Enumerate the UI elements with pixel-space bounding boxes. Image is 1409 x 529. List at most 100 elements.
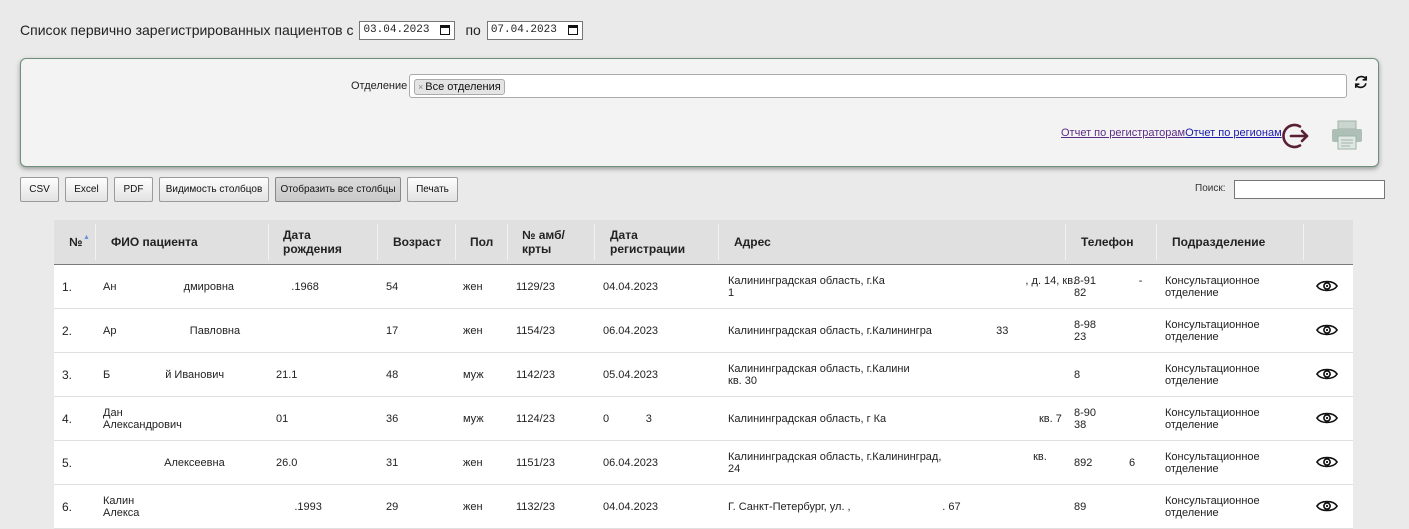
col-dob-header[interactable]: Дата рождения [283, 220, 342, 264]
cell-sex: муж [463, 412, 484, 425]
col-fio-header[interactable]: ФИО пациента [111, 220, 198, 264]
cell-dept: Консультационное отделение [1165, 362, 1260, 387]
cell-fio: Ар Павловна [103, 324, 241, 337]
date-separator: по [465, 22, 481, 38]
table-row[interactable]: 6. Калин Алекса .1993 29 жен 1132/23 04.04.20… [54, 485, 1353, 529]
report-by-registrars-link[interactable]: Отчет по регистраторам [1061, 127, 1185, 139]
search-input[interactable] [1234, 180, 1385, 199]
refresh-icon[interactable] [1352, 73, 1370, 91]
cell-age: 54 [386, 280, 399, 293]
cell-sex: жен [463, 324, 483, 337]
cell-dob: .1968 [276, 280, 319, 293]
report-title: Список первично зарегистрированных пацие… [20, 22, 354, 38]
col-card-header[interactable]: № амб/ крты [522, 220, 565, 264]
cell-reg: 06.04.2023 [603, 456, 659, 469]
cell-sex: муж [463, 368, 484, 381]
cell-reg: 0 3 [603, 412, 652, 425]
cell-reg: 04.04.2023 [603, 280, 659, 293]
cell-addr: Калининградская область, г.Калининград, … [728, 450, 1047, 475]
cell-addr: Калининградская область, г Ка кв. 7 [728, 412, 1062, 425]
eye-icon[interactable] [1316, 322, 1338, 338]
table-header: № ▲ ФИО пациента Дата рождения Возраст П… [54, 220, 1353, 265]
col-sex-header[interactable]: Пол [470, 220, 493, 264]
cell-dept: Консультационное отделение [1165, 318, 1260, 343]
cell-phone: 8 [1074, 368, 1081, 381]
cell-age: 36 [386, 412, 399, 425]
cell-sex: жен [463, 280, 483, 293]
table-row[interactable]: 5. Алексеевна 26.0 31 жен 1151/23 06.04.2023 К… [54, 441, 1353, 485]
cell-age: 31 [386, 456, 399, 469]
show-all-columns-button[interactable]: Отобразить все столбцы [275, 177, 401, 202]
cell-addr: Калининградская область, г.Калини кв. 30 [728, 362, 910, 387]
pdf-button[interactable]: PDF [114, 177, 153, 202]
cell-num: 2. [62, 323, 73, 338]
cell-age: 17 [386, 324, 399, 337]
cell-phone: 8-98 23 [1074, 318, 1097, 343]
cell-fio: Алексеевна [103, 456, 225, 469]
cell-dept: Консультационное отделение [1165, 274, 1260, 299]
eye-icon[interactable] [1316, 498, 1338, 514]
cell-phone: 8-91 - 82 [1074, 274, 1143, 299]
cell-dob: 21.1 [276, 368, 298, 381]
eye-icon[interactable] [1316, 366, 1338, 382]
column-visibility-button[interactable]: Видимость столбцов [159, 177, 269, 202]
cell-phone: 8-90 38 [1074, 406, 1097, 431]
col-age-header[interactable]: Возраст [393, 220, 441, 264]
department-select[interactable]: × Все отделения [409, 74, 1347, 98]
filter-panel: Отделение × Все отделения Отчет по регист… [20, 58, 1379, 167]
eye-icon[interactable] [1316, 454, 1338, 470]
print-button[interactable]: Печать [407, 177, 458, 202]
excel-button[interactable]: Excel [65, 177, 108, 202]
cell-addr: Калининградская область, г.Калинингра 33 [728, 324, 1009, 337]
search-label: Поиск: [1195, 183, 1226, 194]
cell-num: 1. [62, 279, 73, 294]
report-by-regions-link[interactable]: Отчет по регионам [1185, 127, 1282, 139]
department-chip-label: Все отделения [425, 81, 501, 93]
calendar-icon[interactable] [440, 25, 451, 35]
table-row[interactable]: 2. Ар Павловна 17 жен 1154/23 06.04.2023 Калин… [54, 309, 1353, 353]
cell-card: 1129/23 [516, 280, 555, 293]
col-addr-header[interactable]: Адрес [734, 220, 771, 264]
date-from-input[interactable]: 03.04.2023 [359, 20, 456, 40]
cell-reg: 06.04.2023 [603, 324, 659, 337]
printer-icon[interactable] [1330, 119, 1364, 151]
col-reg-header[interactable]: Дата регистрации [610, 220, 685, 264]
csv-button[interactable]: CSV [20, 177, 59, 202]
eye-icon[interactable] [1316, 278, 1338, 294]
table-body: 1. Ан дмировна .1968 54 жен 1129/23 04.04.202… [54, 265, 1353, 529]
cell-dob: 01 [276, 412, 289, 425]
col-phone-header[interactable]: Телефон [1081, 220, 1133, 264]
cell-card: 1154/23 [516, 324, 555, 337]
cell-fio: Б й Иванович [103, 368, 225, 381]
date-to-input[interactable]: 07.04.2023 [486, 20, 583, 40]
cell-dob: 26.0 [276, 456, 298, 469]
col-dept-header[interactable]: Подразделение [1172, 220, 1265, 264]
cell-fio: Дан Александрович [103, 406, 182, 431]
logout-icon[interactable] [1280, 120, 1312, 152]
cell-addr: Калининградская область, г.Ка , д. 14, к… [728, 274, 1077, 299]
cell-card: 1151/23 [516, 456, 555, 469]
cell-reg: 05.04.2023 [603, 368, 659, 381]
cell-age: 48 [386, 368, 399, 381]
report-title-row: Список первично зарегистрированных пацие… [20, 19, 583, 41]
cell-dept: Консультационное отделение [1165, 406, 1260, 431]
sort-asc-icon: ▲ [83, 234, 90, 241]
table-row[interactable]: 3. Б й Иванович 21.1 48 муж 1142/23 05.04.2023… [54, 353, 1353, 397]
table-row[interactable]: 4. Дан Александрович 01 36 муж 1124/23 0 3 Кали… [54, 397, 1353, 441]
cell-card: 1124/23 [516, 412, 555, 425]
col-num-header[interactable]: № [69, 220, 82, 264]
cell-num: 3. [62, 367, 73, 382]
calendar-icon[interactable] [567, 25, 578, 35]
table-row[interactable]: 1. Ан дмировна .1968 54 жен 1129/23 04.04.202… [54, 265, 1353, 309]
department-chip: × Все отделения [414, 79, 505, 95]
cell-dept: Консультационное отделение [1165, 450, 1260, 475]
patients-table: № ▲ ФИО пациента Дата рождения Возраст П… [54, 220, 1353, 529]
cell-num: 4. [62, 411, 73, 426]
chip-remove-icon[interactable]: × [418, 82, 423, 92]
cell-fio: Ан дмировна [103, 280, 235, 293]
cell-phone: 892 6 [1074, 456, 1136, 469]
cell-card: 1142/23 [516, 368, 555, 381]
department-label: Отделение [351, 80, 408, 92]
cell-num: 5. [62, 455, 73, 470]
eye-icon[interactable] [1316, 410, 1338, 426]
